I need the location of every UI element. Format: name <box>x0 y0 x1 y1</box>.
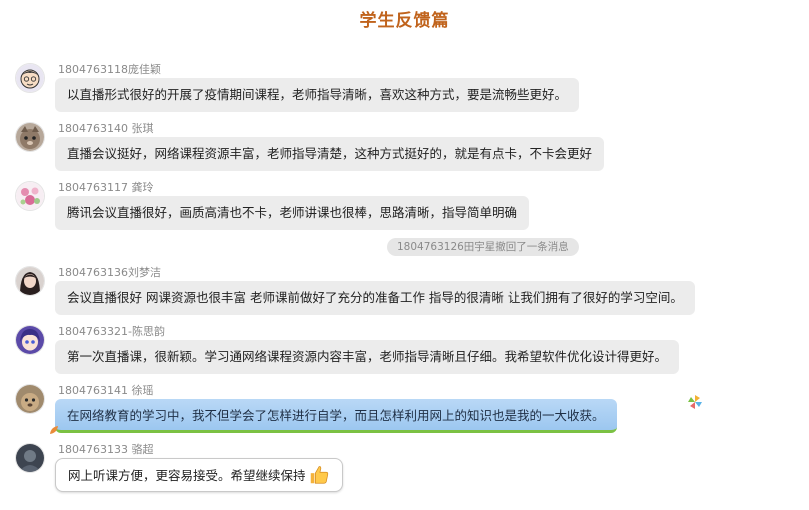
sender-name: 1804763140 张琪 <box>58 122 154 135</box>
dark-photo-avatar[interactable] <box>16 444 44 472</box>
message-bubble[interactable]: 在网络教育的学习中，我不但学会了怎样进行自学，而且怎样利用网上的知识也是我的一大… <box>55 399 617 433</box>
sender-name: 1804763141 徐瑶 <box>58 384 154 397</box>
message-bubble[interactable]: 会议直播很好 网课资源也很丰富 老师课前做好了充分的准备工作 指导的很清晰 让我… <box>55 281 695 315</box>
cartoon-face-avatar[interactable] <box>16 64 44 92</box>
sender-name: 1804763118庞佳颖 <box>58 63 161 76</box>
message-bubble[interactable]: 腾讯会议直播很好，画质高清也不卡，老师讲课也很棒，思路清晰，指导简单明确 <box>55 196 530 230</box>
sender-name: 1804763133 骆超 <box>58 443 154 456</box>
sender-name: 1804763321-陈思韵 <box>58 325 165 338</box>
message-bubble[interactable]: 网上听课方便，更容易接受。希望继续保持 <box>55 458 343 492</box>
recall-notice: 1804763126田宇星撤回了一条消息 <box>387 238 579 256</box>
message-bubble[interactable]: 直播会议挺好，网络课程资源丰富，老师指导清楚，这种方式挺好的，就是有点卡，不卡会… <box>55 137 605 171</box>
pet-photo-avatar[interactable] <box>16 385 44 413</box>
leaf-icon <box>50 426 58 434</box>
message-bubble[interactable]: 第一次直播课，很新颖。学习通网络课程资源内容丰富，老师指导清晰且仔细。我希望软件… <box>55 340 680 374</box>
thumbs-up-icon <box>310 465 328 484</box>
sender-name: 1804763136刘梦洁 <box>58 266 161 279</box>
message-text: 网上听课方便，更容易接受。希望继续保持 <box>68 468 306 483</box>
sender-name: 1804763117 龚玲 <box>58 181 154 194</box>
anime-girl-avatar[interactable] <box>16 326 44 354</box>
pinwheel-icon <box>688 395 702 409</box>
girl-photo-avatar[interactable] <box>16 267 44 295</box>
cat-photo-avatar[interactable] <box>16 123 44 151</box>
page-title: 学生反馈篇 <box>359 11 450 31</box>
message-bubble[interactable]: 以直播形式很好的开展了疫情期间课程，老师指导清晰，喜欢这种方式，要是流畅些更好。 <box>55 78 580 112</box>
flower-avatar[interactable] <box>16 182 44 210</box>
